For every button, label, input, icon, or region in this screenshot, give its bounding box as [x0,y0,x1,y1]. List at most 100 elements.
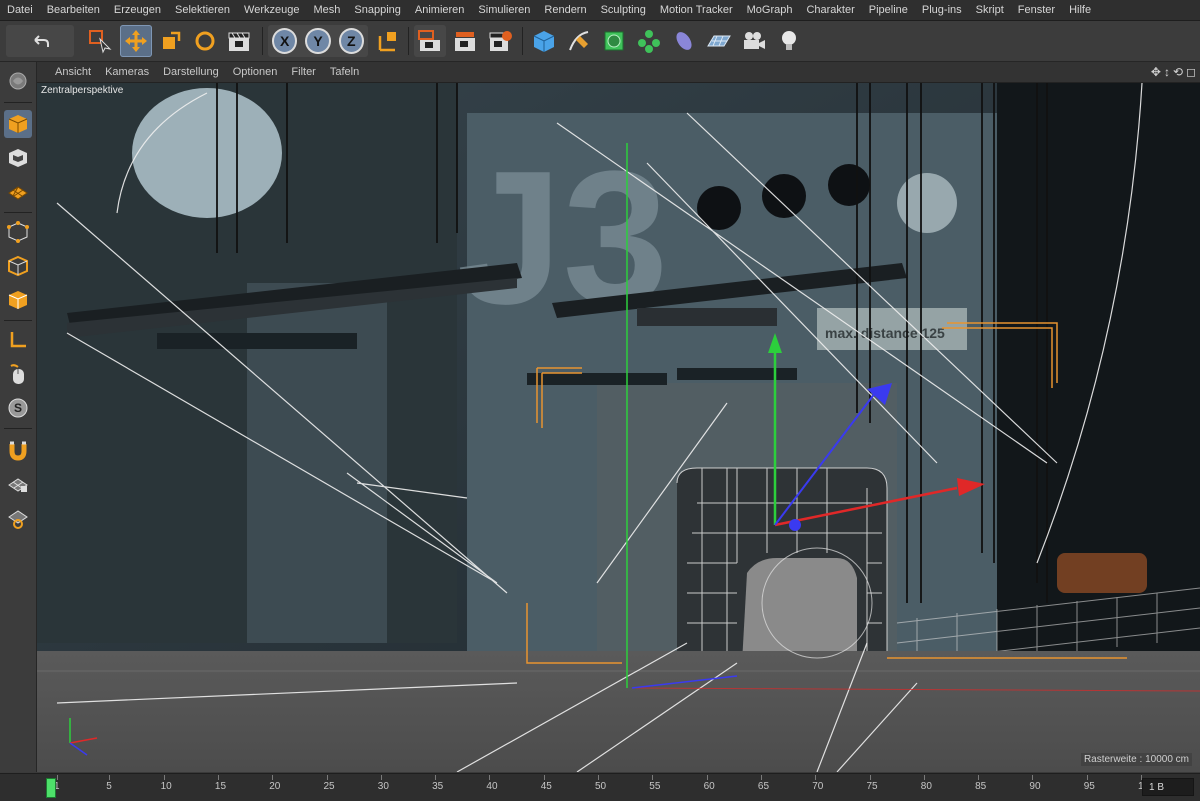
bend-deformer-icon [676,32,692,50]
timeline-tick-mark [869,775,871,780]
timeline-tick-mark [978,775,980,780]
undo-icon [34,35,49,47]
render-view-button[interactable] [414,25,446,57]
points-mode-button[interactable] [4,218,32,246]
subdivision-surface-button[interactable] [598,25,630,57]
edges-cube-icon [8,255,28,277]
live-selection-button[interactable] [84,25,116,57]
coordinate-system-button[interactable] [372,25,404,57]
timeline-playhead[interactable] [46,778,56,798]
x-axis-lock-button[interactable]: X [272,28,298,54]
maximize-view-icon[interactable]: ◻ [1186,65,1196,79]
pen-spline-button[interactable] [563,25,595,57]
dolly-icon[interactable]: ↕ [1164,65,1170,79]
rotate-tool-button[interactable] [189,25,221,57]
axis-lock-group: X Y Z [268,25,368,57]
timeline-tick-label: 30 [377,781,389,792]
menu-item-plug-ins[interactable]: Plug-ins [915,0,969,20]
axis-mode-button[interactable] [4,326,32,354]
menu-item-fenster[interactable]: Fenster [1011,0,1062,20]
timeline-tick-label: 25 [323,781,335,792]
cube-icon [533,31,555,52]
timeline-tick-label: 85 [975,781,987,792]
viewport-menu-filter[interactable]: Filter [284,62,322,82]
menu-item-motion-tracker[interactable]: Motion Tracker [653,0,740,20]
svg-text:S: S [14,401,22,415]
model-mode-button[interactable] [4,110,32,138]
undo-button[interactable] [6,25,74,57]
timeline-tick-mark [326,775,328,780]
camera-icon [744,32,765,49]
timeline-tick-mark [380,775,382,780]
timeline-ruler[interactable]: 1510152025303540455055606570758085909510… [37,773,1200,801]
current-frame-field[interactable]: 1 B [1142,778,1194,796]
workplane-icon [8,186,28,200]
planar-workplane-button[interactable] [4,504,32,532]
timeline-tick-label: 40 [486,781,498,792]
menu-item-datei[interactable]: Datei [0,0,40,20]
polygons-cube-icon [8,291,28,309]
menu-item-bearbeiten[interactable]: Bearbeiten [40,0,107,20]
menu-item-animieren[interactable]: Animieren [408,0,472,20]
menu-item-mograph[interactable]: MoGraph [740,0,800,20]
menu-item-sculpting[interactable]: Sculpting [594,0,653,20]
workplane-mode-button[interactable] [4,178,32,206]
timeline-left-spacer [0,773,37,801]
render-to-picture-viewer-button[interactable] [449,25,481,57]
scale-tool-button[interactable] [155,25,187,57]
viewport-menu-kameras[interactable]: Kameras [98,62,156,82]
pen-icon [569,31,589,51]
viewport-menu-ansicht[interactable]: Ansicht [37,62,98,82]
make-editable-button[interactable] [4,66,32,96]
menu-item-simulieren[interactable]: Simulieren [471,0,537,20]
y-axis-lock-button[interactable]: Y [305,28,331,54]
polygons-mode-button[interactable] [4,286,32,314]
floor-button[interactable] [703,25,735,57]
cube-object-button[interactable] [528,25,560,57]
pan-icon[interactable]: ✥ [1151,65,1161,79]
menu-item-hilfe[interactable]: Hilfe [1062,0,1098,20]
camera-button[interactable] [738,25,770,57]
render-view-icon [418,30,440,51]
z-axis-lock-button[interactable]: Z [338,28,364,54]
deformer-button[interactable] [668,25,700,57]
timeline-tick-label: 35 [432,781,444,792]
menu-item-mesh[interactable]: Mesh [306,0,347,20]
timeline-tick-mark [598,775,599,780]
orbit-icon[interactable]: ⟲ [1173,65,1183,79]
menu-item-snapping[interactable]: Snapping [347,0,408,20]
light-button[interactable] [773,25,805,57]
subdivision-icon [604,31,624,51]
snapping-button[interactable]: S [4,394,32,422]
move-tool-button[interactable] [120,25,152,57]
edges-mode-button[interactable] [4,252,32,280]
timeline-tick-mark [109,775,111,780]
menu-item-selektieren[interactable]: Selektieren [168,0,237,20]
viewport-menu-tafeln[interactable]: Tafeln [323,62,366,82]
lock-workplane-button[interactable] [4,470,32,498]
tweak-mode-button[interactable] [4,360,32,388]
viewport-menu-darstellung[interactable]: Darstellung [156,62,226,82]
recent-tools-button[interactable] [223,25,255,57]
timeline-tick-mark [1032,775,1034,780]
texture-mode-button[interactable] [4,144,32,172]
render-settings-button[interactable] [484,25,516,57]
3d-viewport[interactable]: J3 max. distance 125 Zentralperspektive … [37,83,1200,772]
viewport-menu-optionen[interactable]: Optionen [226,62,285,82]
menu-item-erzeugen[interactable]: Erzeugen [107,0,168,20]
timeline-tick-mark [543,775,545,780]
timeline-tick-mark [815,775,817,780]
cloner-button[interactable] [633,25,665,57]
timeline-tick-label: 10 [160,781,172,792]
grid-spacing-label: Rasterweite : 10000 cm [1080,753,1192,766]
coordinate-system-icon [378,32,396,52]
menu-item-charakter[interactable]: Charakter [799,0,861,20]
rotate-icon [195,31,215,51]
menu-item-werkzeuge[interactable]: Werkzeuge [237,0,306,20]
distance-sign-text: max. distance 125 [825,325,945,341]
magnet-button[interactable] [4,436,32,464]
menu-item-rendern[interactable]: Rendern [537,0,593,20]
timeline-tick-label: 75 [866,781,878,792]
menu-item-skript[interactable]: Skript [969,0,1011,20]
menu-item-pipeline[interactable]: Pipeline [862,0,915,20]
